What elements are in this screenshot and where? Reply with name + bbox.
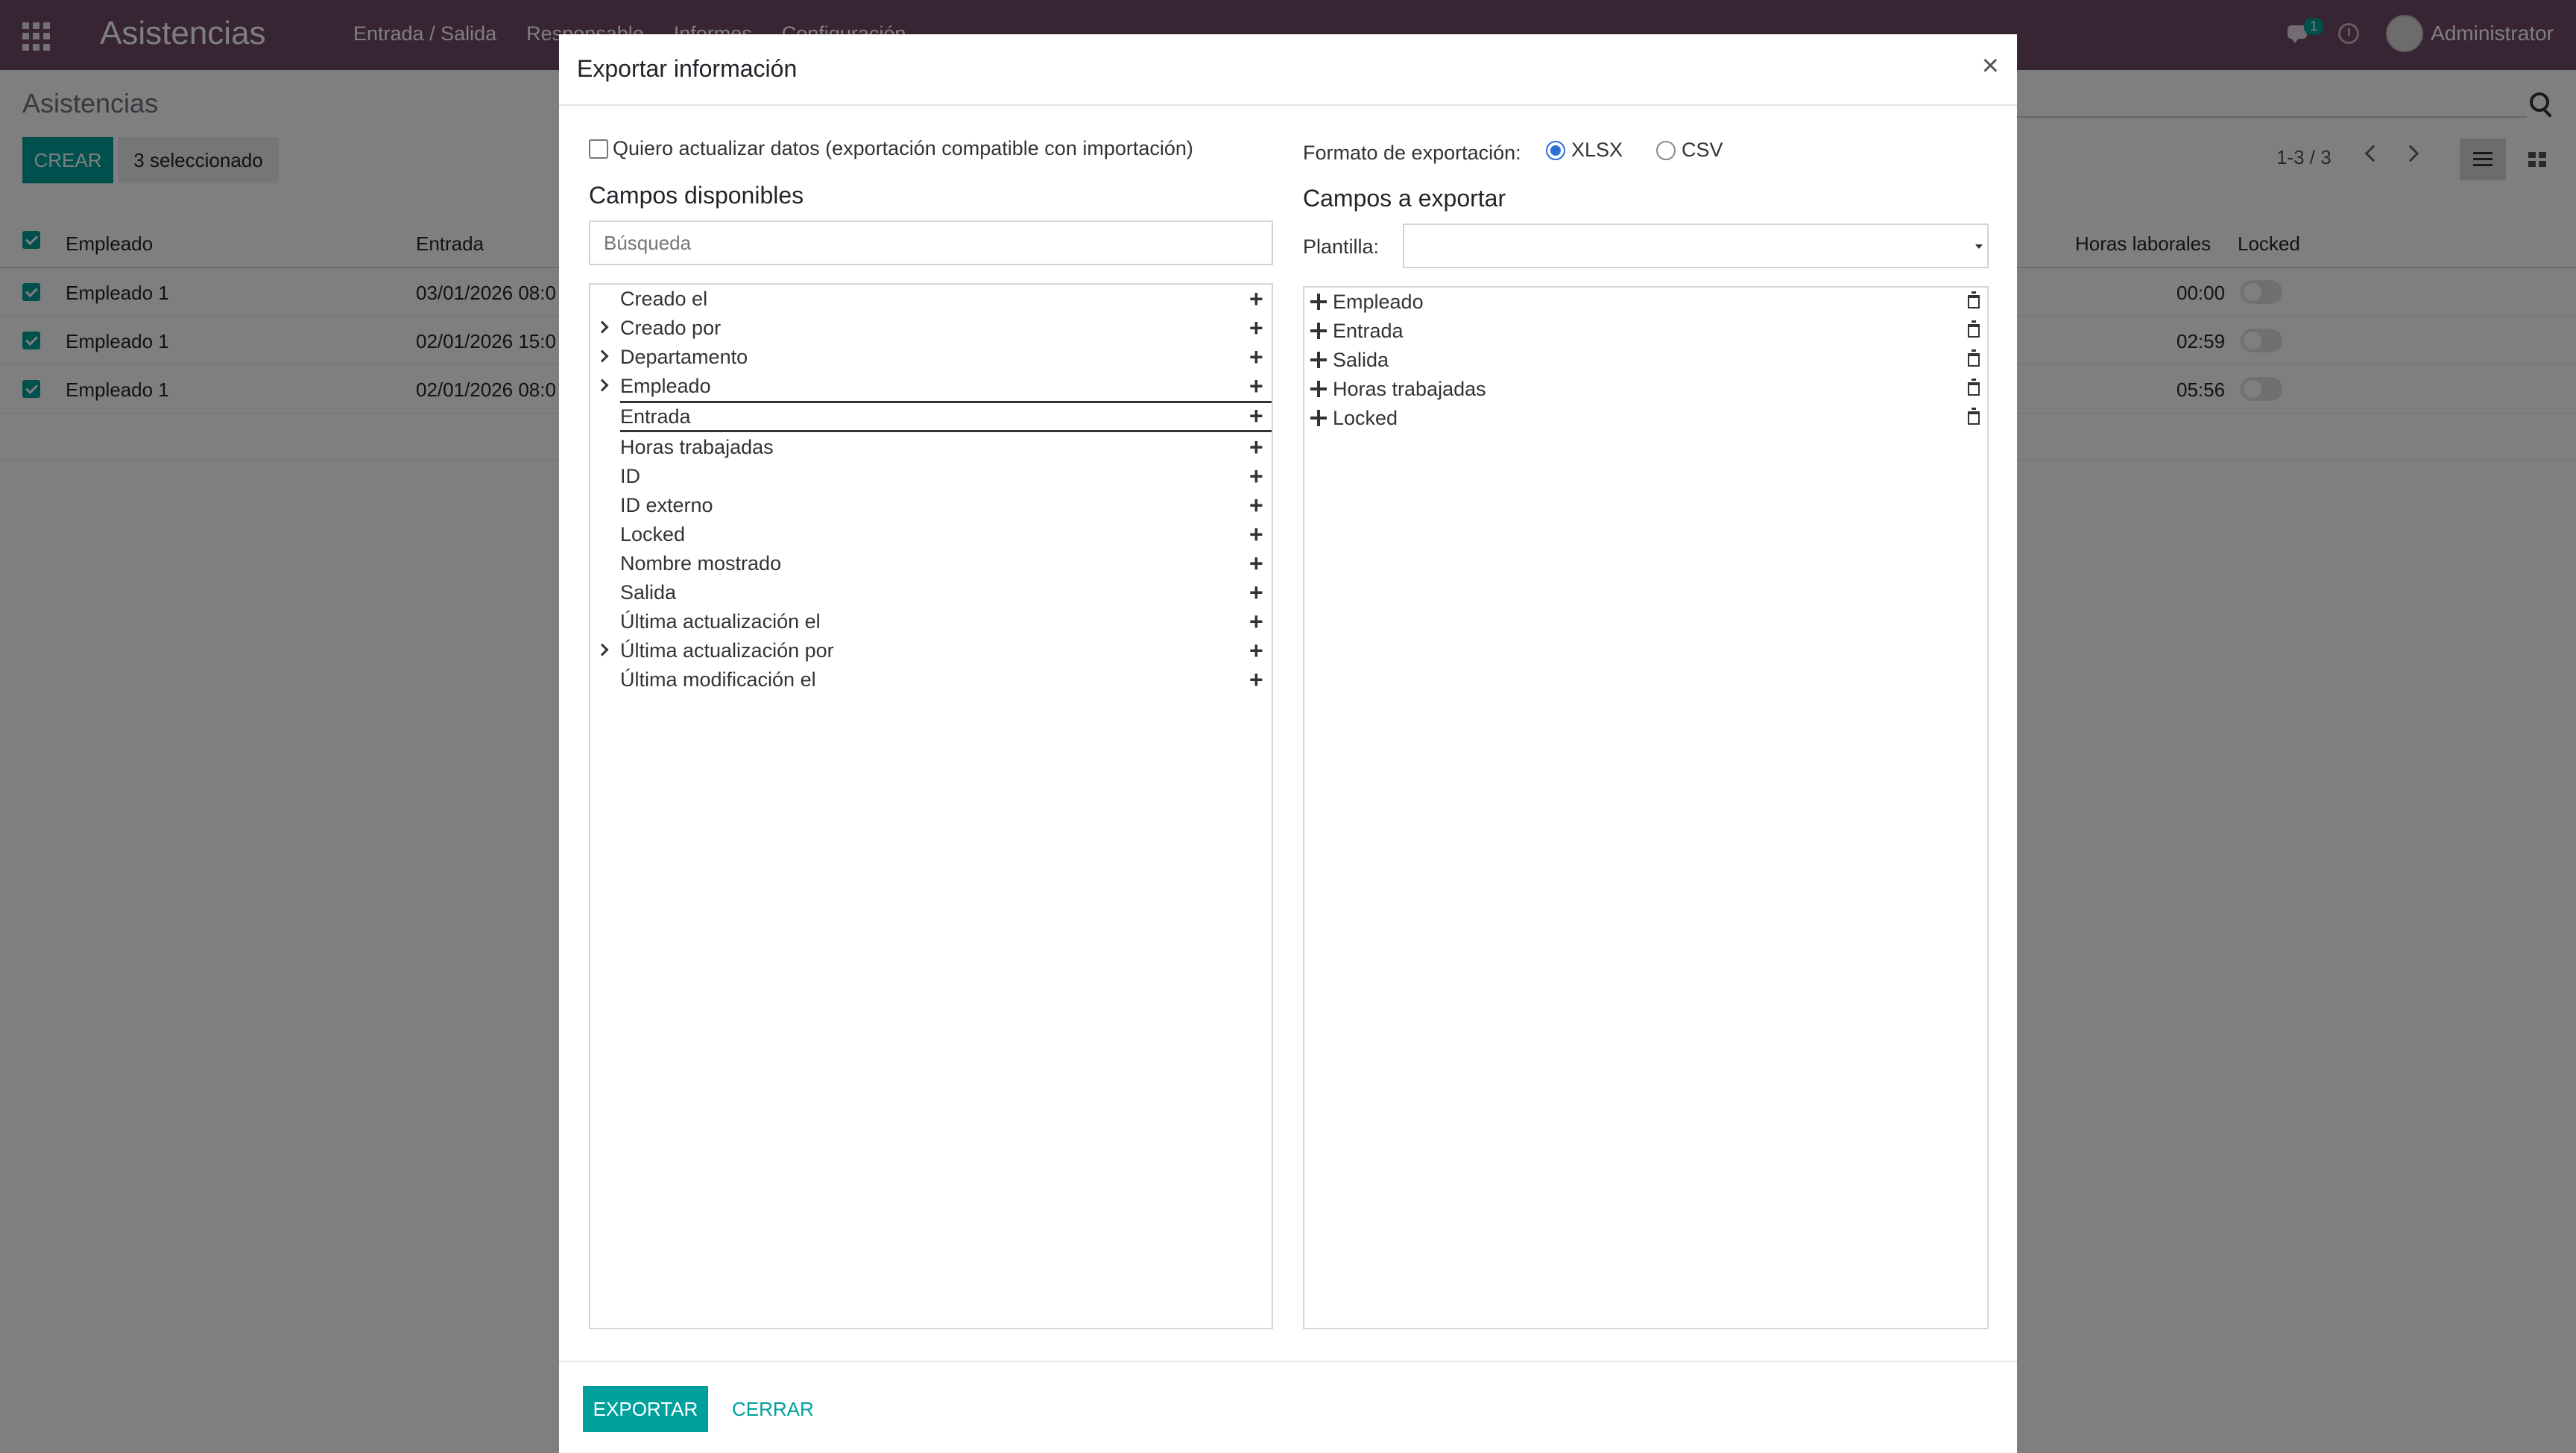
- export-field-worked-hours[interactable]: Horas trabajadas: [1304, 375, 1987, 404]
- add-field-icon[interactable]: +: [1249, 435, 1263, 459]
- template-label: Plantilla:: [1303, 235, 1380, 258]
- trash-icon[interactable]: [1968, 408, 1980, 425]
- csv-label: CSV: [1682, 139, 1723, 161]
- field-label: Horas trabajadas: [620, 436, 774, 458]
- field-label: ID: [620, 465, 640, 487]
- import-compat-label: Quiero actualizar datos (exportación com…: [613, 137, 1193, 159]
- expand-chevron-icon[interactable]: [596, 379, 609, 392]
- available-field-last-modified-on[interactable]: Última modificación el +: [590, 665, 1272, 694]
- export-field-employee[interactable]: Empleado: [1304, 288, 1987, 317]
- field-label: ID externo: [620, 494, 713, 516]
- field-label: Última actualización por: [620, 639, 834, 662]
- field-label: Creado por: [620, 317, 722, 339]
- available-field-check-in[interactable]: Entrada +: [620, 401, 1272, 432]
- field-label: Locked: [1333, 407, 1398, 429]
- add-field-icon[interactable]: +: [1249, 668, 1263, 691]
- field-label: Salida: [620, 581, 677, 604]
- expand-chevron-icon[interactable]: [596, 643, 609, 656]
- trash-icon[interactable]: [1968, 291, 1980, 308]
- available-field-created-on[interactable]: Creado el +: [590, 285, 1272, 314]
- format-option-xlsx[interactable]: XLSX: [1546, 139, 1623, 162]
- add-field-icon[interactable]: +: [1249, 522, 1263, 546]
- available-field-department[interactable]: Departamento +: [590, 343, 1272, 372]
- field-label: Última actualización el: [620, 610, 821, 633]
- close-button[interactable]: CERRAR: [732, 1386, 814, 1432]
- drag-handle-icon[interactable]: [1310, 410, 1327, 426]
- add-field-icon[interactable]: +: [1249, 345, 1263, 369]
- export-format-label: Formato de exportación:: [1303, 142, 1521, 164]
- format-option-csv[interactable]: CSV: [1656, 139, 1723, 162]
- field-label: Nombre mostrado: [620, 552, 782, 574]
- dialog-title: Exportar información: [577, 55, 798, 82]
- export-button[interactable]: EXPORTAR: [583, 1386, 708, 1432]
- import-compat-checkbox[interactable]: [589, 139, 608, 159]
- expand-chevron-icon[interactable]: [596, 349, 609, 363]
- field-label: Horas trabajadas: [1333, 378, 1486, 400]
- add-field-icon[interactable]: +: [1249, 374, 1263, 398]
- field-label: Empleado: [1333, 291, 1424, 313]
- add-field-icon[interactable]: +: [1249, 287, 1263, 311]
- available-field-check-out[interactable]: Salida +: [590, 578, 1272, 607]
- xlsx-radio[interactable]: [1546, 140, 1565, 160]
- expand-chevron-icon[interactable]: [596, 320, 609, 334]
- dialog-footer: EXPORTAR CERRAR: [559, 1361, 2017, 1453]
- available-field-display-name[interactable]: Nombre mostrado +: [590, 549, 1272, 578]
- dialog-header: Exportar información ×: [559, 34, 2017, 106]
- field-search-input[interactable]: [589, 221, 1273, 265]
- field-label: Creado el: [620, 288, 708, 310]
- trash-icon[interactable]: [1968, 320, 1980, 338]
- available-fields-list: Creado el + Creado por + Departamento + …: [589, 283, 1273, 1329]
- field-label: Locked: [620, 523, 686, 545]
- export-fields-title: Campos a exportar: [1303, 185, 1506, 212]
- available-field-id[interactable]: ID +: [590, 462, 1272, 491]
- available-field-last-updated-by[interactable]: Última actualización por +: [590, 636, 1272, 665]
- export-field-check-in[interactable]: Entrada: [1304, 317, 1987, 346]
- field-label: Entrada: [1333, 320, 1404, 342]
- field-label: Salida: [1333, 349, 1389, 371]
- import-compat-option[interactable]: Quiero actualizar datos (exportación com…: [589, 137, 1193, 160]
- export-fields-list: Empleado Entrada Salida Horas trabajadas…: [1303, 286, 1989, 1329]
- available-field-external-id[interactable]: ID externo +: [590, 491, 1272, 520]
- field-label: Departamento: [620, 346, 748, 368]
- drag-handle-icon[interactable]: [1310, 294, 1327, 310]
- trash-icon[interactable]: [1968, 349, 1980, 367]
- add-field-icon[interactable]: +: [1249, 493, 1263, 517]
- trash-icon[interactable]: [1968, 379, 1980, 396]
- csv-radio[interactable]: [1656, 140, 1676, 160]
- field-label: Empleado: [620, 375, 711, 397]
- export-field-locked[interactable]: Locked: [1304, 404, 1987, 433]
- add-field-icon[interactable]: +: [1249, 551, 1263, 575]
- add-field-icon[interactable]: +: [1249, 639, 1263, 662]
- add-field-icon[interactable]: +: [1249, 610, 1263, 633]
- drag-handle-icon[interactable]: [1310, 381, 1327, 397]
- add-field-icon[interactable]: +: [1249, 404, 1263, 428]
- drag-handle-icon[interactable]: [1310, 323, 1327, 339]
- export-field-check-out[interactable]: Salida: [1304, 346, 1987, 375]
- available-field-worked-hours[interactable]: Horas trabajadas +: [590, 433, 1272, 462]
- available-fields-title: Campos disponibles: [589, 182, 804, 209]
- field-label: Entrada: [620, 405, 691, 428]
- xlsx-label: XLSX: [1571, 139, 1623, 161]
- available-field-created-by[interactable]: Creado por +: [590, 314, 1272, 343]
- close-icon[interactable]: ×: [1982, 49, 1999, 83]
- available-field-employee[interactable]: Empleado +: [590, 372, 1272, 401]
- add-field-icon[interactable]: +: [1249, 464, 1263, 488]
- add-field-icon[interactable]: +: [1249, 580, 1263, 604]
- available-field-locked[interactable]: Locked +: [590, 520, 1272, 549]
- drag-handle-icon[interactable]: [1310, 352, 1327, 368]
- available-field-last-updated-on[interactable]: Última actualización el +: [590, 607, 1272, 636]
- add-field-icon[interactable]: +: [1249, 316, 1263, 340]
- field-label: Última modificación el: [620, 668, 816, 691]
- template-select[interactable]: [1403, 224, 1989, 268]
- export-dialog: Exportar información × Quiero actualizar…: [559, 34, 2017, 1453]
